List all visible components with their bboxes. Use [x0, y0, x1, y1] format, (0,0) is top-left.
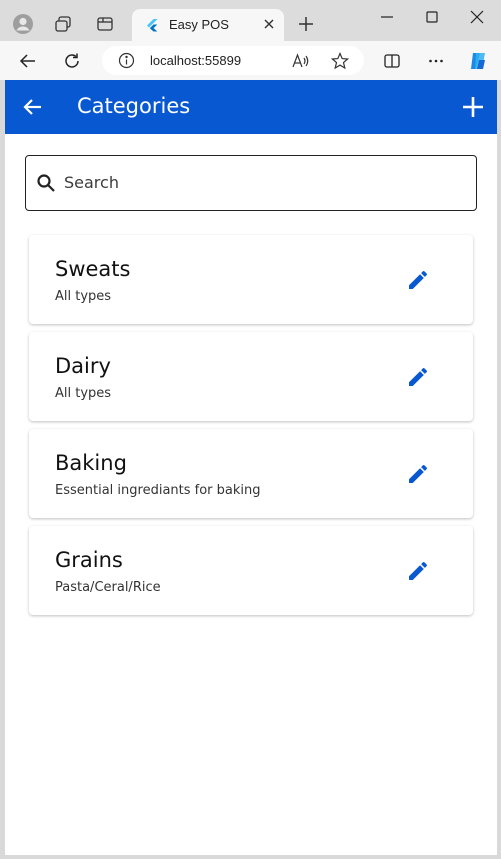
category-description: Pasta/Ceral/Rice: [55, 580, 161, 595]
copilot-icon[interactable]: [467, 50, 489, 72]
close-window-icon[interactable]: [468, 8, 486, 26]
more-options-icon[interactable]: [425, 50, 447, 72]
category-card-grains[interactable]: Grains Pasta/Ceral/Rice: [29, 526, 473, 615]
category-name: Grains: [55, 548, 123, 572]
edit-pencil-icon[interactable]: [406, 462, 430, 486]
category-description: All types: [55, 289, 112, 304]
browser-back-icon[interactable]: [17, 50, 39, 72]
category-description: All types: [55, 386, 112, 401]
category-list: Sweats All types Dairy All types Baking …: [29, 235, 473, 623]
edit-pencil-icon[interactable]: [406, 365, 430, 389]
flutter-logo-icon: [145, 18, 159, 32]
site-info-icon[interactable]: [118, 52, 135, 69]
workspaces-icon[interactable]: [52, 13, 74, 35]
back-arrow-icon[interactable]: [21, 95, 45, 119]
page-title: Categories: [77, 94, 191, 118]
search-icon: [36, 173, 56, 193]
browser-tab[interactable]: Easy POS: [132, 9, 284, 41]
refresh-icon[interactable]: [61, 50, 83, 72]
category-description: Essential ingrediants for baking: [55, 483, 261, 498]
tab-actions-icon[interactable]: [94, 13, 116, 35]
address-bar[interactable]: localhost:55899: [102, 46, 364, 75]
search-field[interactable]: [25, 155, 477, 211]
category-card-sweats[interactable]: Sweats All types: [29, 235, 473, 324]
maximize-icon[interactable]: [423, 8, 441, 26]
favorite-star-icon[interactable]: [330, 51, 350, 70]
profile-avatar-icon[interactable]: [12, 13, 34, 35]
split-screen-icon[interactable]: [381, 50, 403, 72]
app-view: Categories Sweats All types Dairy All ty…: [5, 80, 497, 855]
browser-titlebar: Easy POS: [0, 0, 501, 41]
category-card-dairy[interactable]: Dairy All types: [29, 332, 473, 421]
category-name: Dairy: [55, 354, 111, 378]
read-aloud-icon[interactable]: [292, 52, 310, 70]
category-name: Sweats: [55, 257, 131, 281]
search-input[interactable]: [64, 157, 464, 207]
close-tab-icon[interactable]: [262, 17, 276, 31]
category-card-baking[interactable]: Baking Essential ingrediants for baking: [29, 429, 473, 518]
tab-title: Easy POS: [169, 17, 229, 32]
new-tab-icon[interactable]: [297, 15, 315, 33]
add-category-icon[interactable]: [461, 95, 485, 119]
minimize-icon[interactable]: [378, 8, 396, 26]
url-text[interactable]: localhost:55899: [150, 53, 241, 68]
browser-toolbar: localhost:55899: [0, 41, 501, 80]
app-bar: Categories: [5, 80, 497, 134]
edit-pencil-icon[interactable]: [406, 559, 430, 583]
category-name: Baking: [55, 451, 127, 475]
edit-pencil-icon[interactable]: [406, 268, 430, 292]
